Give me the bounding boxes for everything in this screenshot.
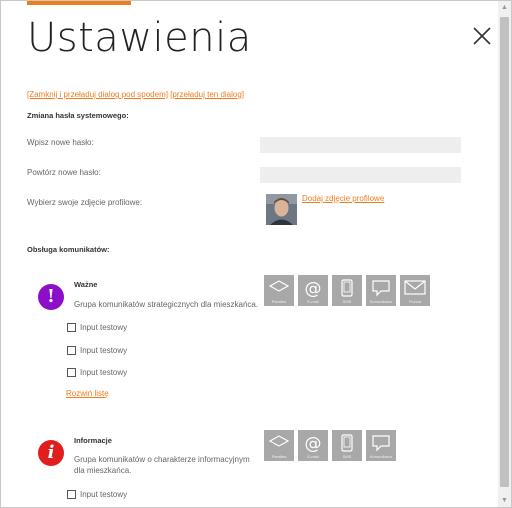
add-profile-photo-link[interactable]: Dodaj zdjęcie profilowe [302,194,384,203]
svg-text:@: @ [305,279,322,297]
channel-messenger-button[interactable]: Komunikator [366,275,396,306]
channel-label: Poczta [408,299,422,304]
channel-messenger-button[interactable]: Komunikator [366,430,396,461]
group-name-wazne: Ważne [74,280,98,289]
new-password-label: Wpisz nowe hasło: [27,138,94,147]
at-icon: @ [305,279,322,297]
channel-pamileo-button[interactable]: Pamiłeo [264,275,294,306]
checkbox[interactable] [67,346,76,355]
speech-bubble-icon [372,435,390,452]
avatar [266,194,297,225]
channel-email-button[interactable]: @ E-mail [298,430,328,461]
channel-sms-button[interactable]: SMS [332,275,362,306]
envelope-icon [404,280,426,295]
profile-photo-label: Wybierz swoje zdjęcie profilowe: [27,198,143,207]
scroll-down-arrow-icon[interactable]: ▼ [498,496,511,506]
password-section-title: Zmiana hasła systemowego: [27,111,129,120]
info-icon: i [38,440,64,466]
new-password-input[interactable] [260,137,461,153]
checkbox-row[interactable]: Input testowy [67,490,127,499]
channel-label: E-mail [307,299,319,304]
group-description-informacje: Grupa komunikatów o charakterze informac… [74,454,250,476]
dialog-title: Ustawienia [27,15,252,61]
reload-dialog-link[interactable]: [przeładuj ten dialog] [170,90,244,99]
channel-label: SMS [342,299,352,304]
channel-label: Komunikator [369,299,393,304]
accent-bar [27,1,131,5]
repeat-password-label: Powtórz nowe hasło: [27,168,101,177]
group-description-wazne: Grupa komunikatów strategicznych dla mie… [74,300,259,309]
speech-bubble-icon [372,280,390,297]
checkbox-row[interactable]: Input testowy [67,323,127,332]
checkbox-row[interactable]: Input testowy [67,368,127,377]
channel-sms-button[interactable]: SMS [332,430,362,461]
checkbox[interactable] [67,368,76,377]
diamond-icon [269,280,289,292]
vertical-scrollbar[interactable]: ▲ ▼ [498,1,511,507]
channel-post-button[interactable]: Poczta [400,275,430,306]
channel-label: Pamiłeo [271,299,287,304]
group-description-line: Grupa komunikatów o charakterze informac… [74,455,250,464]
messages-section-title: Obsługa komunikatów: [27,245,110,254]
scroll-thumb[interactable] [500,17,509,487]
svg-text:@: @ [305,434,322,452]
checkbox-label: Input testowy [80,490,128,499]
checkbox-label: Input testowy [80,323,128,332]
close-icon[interactable] [471,25,493,47]
repeat-password-input[interactable] [260,167,461,183]
exclamation-icon: ! [38,284,64,310]
diamond-icon [269,435,289,447]
channel-label: Pamiłeo [271,454,287,459]
checkbox-row[interactable]: Input testowy [67,346,127,355]
channel-label: E-mail [307,454,319,459]
channel-pamileo-button[interactable]: Pamiłeo [264,430,294,461]
checkbox-label: Input testowy [80,368,128,377]
phone-icon [341,279,353,297]
checkbox[interactable] [67,323,76,332]
at-icon: @ [305,434,322,452]
expand-list-link[interactable]: Rozwiń listę [66,389,109,398]
channel-label: Komunikator [369,454,393,459]
checkbox[interactable] [67,490,76,499]
phone-icon [341,434,353,452]
checkbox-label: Input testowy [80,346,128,355]
channel-email-button[interactable]: @ E-mail [298,275,328,306]
close-and-reload-link[interactable]: [Zamknij i przeładuj dialog pod spodem] [27,90,168,99]
channel-label: SMS [342,454,352,459]
group-name-informacje: Informacje [74,436,112,445]
top-links: [Zamknij i przeładuj dialog pod spodem] … [27,90,244,99]
group-description-line: dla mieszkańca. [74,466,132,475]
scroll-up-arrow-icon[interactable]: ▲ [498,3,511,13]
